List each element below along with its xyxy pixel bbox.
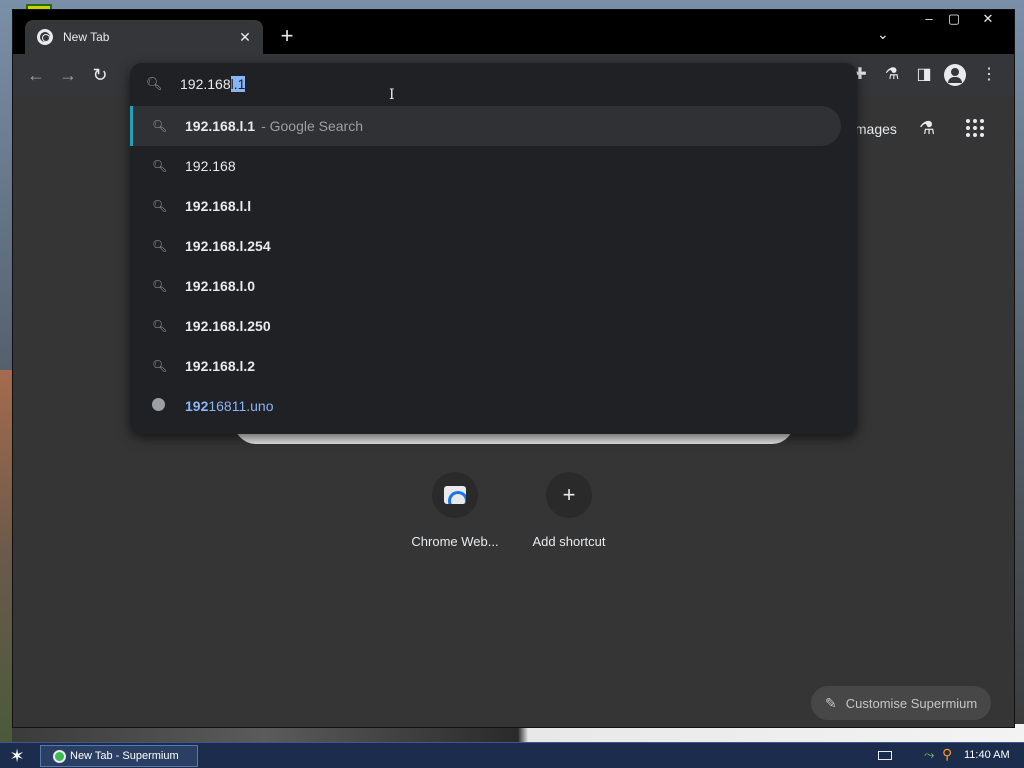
close-window-button[interactable]: ✕ xyxy=(976,12,1000,28)
suggestion-item[interactable]: 🔍︎ 192.168.l.254 xyxy=(130,226,841,266)
new-tab-button[interactable]: + xyxy=(275,24,299,48)
taskbar-item-label: New Tab - Supermium xyxy=(70,750,179,762)
search-icon: 🔍︎ xyxy=(152,319,168,333)
reload-icon[interactable]: ↻ xyxy=(89,64,111,86)
title-bar: New Tab ✕ + ⌄ – ▢ ✕ xyxy=(13,10,1014,54)
suggestion-text: 192.168.l.250 xyxy=(185,318,271,334)
shortcut-label: Chrome Web... xyxy=(411,534,499,549)
suggestion-description: - Google Search xyxy=(261,118,364,134)
minimize-button[interactable]: – xyxy=(917,12,941,28)
search-labs-flask-icon[interactable]: ⚗ xyxy=(919,118,935,139)
tab-search-chevron-icon[interactable]: ⌄ xyxy=(877,26,889,43)
search-icon: 🔍︎ xyxy=(152,159,168,173)
desktop-wallpaper-strip xyxy=(0,370,12,742)
tab-title: New Tab xyxy=(63,30,110,44)
clock[interactable]: 11:40 AM xyxy=(964,749,1010,761)
search-icon: 🔍︎ xyxy=(152,359,168,373)
omnibox-text[interactable]: 192.168l.1 xyxy=(180,76,246,92)
labs-flask-icon[interactable]: ⚗ xyxy=(881,64,903,86)
suggestion-text: 192.168.l.0 xyxy=(185,278,256,294)
suggestion-url: 19216811.uno xyxy=(185,398,274,414)
add-shortcut-icon: + xyxy=(546,472,592,518)
omnibox-input[interactable]: 🔍︎ 192.168l.1 xyxy=(130,63,857,105)
omnibox-dropdown: 🔍︎ 192.168l.1 I 🔍︎ 192.168.l.1- Google S… xyxy=(130,63,857,434)
shortcut-add[interactable]: + Add shortcut xyxy=(514,472,624,549)
google-apps-grid-icon[interactable] xyxy=(966,119,984,137)
browser-window: New Tab ✕ + ⌄ – ▢ ✕ ← → ↻ ✚ ⚗ ◨ ⋮ Images… xyxy=(12,9,1015,728)
chrome-icon xyxy=(37,29,53,45)
taskbar: ✶ New Tab - Supermium ⤳ ⚲ 11:40 AM xyxy=(0,742,1024,768)
shortcut-label: Add shortcut xyxy=(532,534,606,549)
suggestion-item[interactable]: 🔍︎ 192.168.l.l xyxy=(130,186,841,226)
customise-button[interactable]: ✎ Customise Supermium xyxy=(811,686,991,720)
globe-icon xyxy=(152,398,166,414)
side-panel-icon[interactable]: ◨ xyxy=(913,64,935,86)
search-icon: 🔍︎ xyxy=(146,76,163,91)
back-arrow-icon[interactable]: ← xyxy=(25,64,47,86)
keyboard-icon[interactable] xyxy=(878,751,892,760)
suggestion-item[interactable]: 🔍︎ 192.168.l.1 - Google Search xyxy=(130,106,841,146)
suggestion-item[interactable]: 19216811.uno xyxy=(130,386,841,426)
shortcut-chrome-web-store[interactable]: Chrome Web... xyxy=(400,472,510,549)
profile-avatar-icon[interactable] xyxy=(944,64,966,86)
suggestion-item[interactable]: 🔍︎ 192.168.l.250 xyxy=(130,306,841,346)
maximize-button[interactable]: ▢ xyxy=(942,12,966,28)
close-tab-icon[interactable]: ✕ xyxy=(237,29,253,46)
suggestion-text: 192.168.l.l xyxy=(185,198,252,214)
suggestion-item[interactable]: 🔍︎ 192.168.l.2 xyxy=(130,346,841,386)
omnibox-autocomplete-selection: l.1 xyxy=(230,76,246,92)
supermium-icon xyxy=(53,749,66,763)
text-cursor-icon: I xyxy=(389,87,395,103)
shortcut-tile xyxy=(432,472,478,518)
suggestion-text: 192.168.l.254 xyxy=(185,238,271,254)
search-icon: 🔍︎ xyxy=(152,119,168,133)
search-icon: 🔍︎ xyxy=(152,199,168,213)
menu-dots-icon[interactable]: ⋮ xyxy=(978,64,1000,86)
suggestion-text: 192.168 xyxy=(185,158,236,174)
search-icon: 🔍︎ xyxy=(152,239,168,253)
start-star-icon[interactable]: ✶ xyxy=(6,746,28,766)
suggestion-item[interactable]: 🔍︎ 192.168 xyxy=(130,146,841,186)
network-icon[interactable]: ⤳ xyxy=(924,747,934,763)
search-icon: 🔍︎ xyxy=(152,279,168,293)
taskbar-item-supermium[interactable]: New Tab - Supermium xyxy=(40,745,198,767)
chrome-web-store-icon xyxy=(444,486,466,504)
images-link[interactable]: Images xyxy=(851,121,897,137)
suggestion-text: 192.168.l.1 xyxy=(185,118,256,134)
suggestion-item[interactable]: 🔍︎ 192.168.l.0 xyxy=(130,266,841,306)
tab-new-tab[interactable]: New Tab ✕ xyxy=(25,20,263,54)
forward-arrow-icon[interactable]: → xyxy=(57,64,79,86)
customise-label: Customise Supermium xyxy=(845,695,978,711)
search-icon[interactable]: ⚲ xyxy=(942,746,952,763)
suggestion-text: 192.168.l.2 xyxy=(185,358,256,374)
pencil-icon: ✎ xyxy=(825,694,837,711)
